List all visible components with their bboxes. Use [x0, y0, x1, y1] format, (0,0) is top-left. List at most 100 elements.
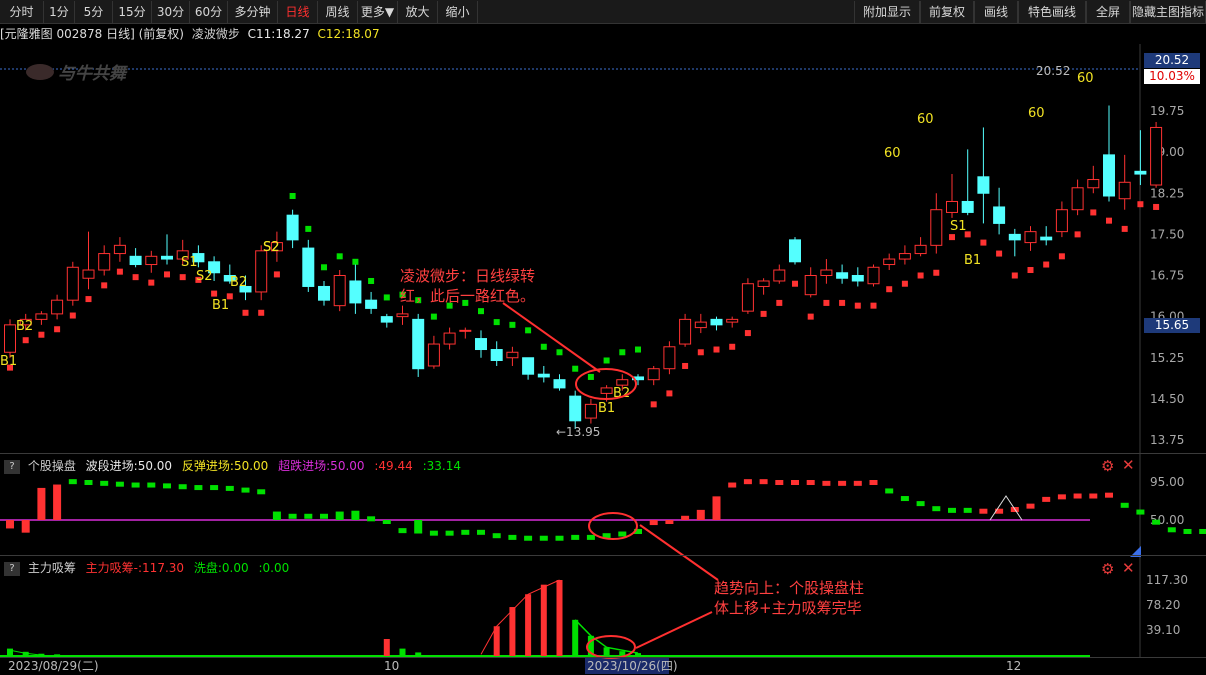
osc-bar — [335, 511, 344, 520]
candle-body[interactable] — [898, 253, 911, 260]
candle-body[interactable] — [1040, 236, 1053, 241]
candle-body[interactable] — [302, 247, 315, 287]
help-icon[interactable]: ? — [4, 561, 20, 576]
candle-body[interactable] — [318, 285, 330, 301]
candle-body[interactable] — [757, 280, 770, 287]
candle-body[interactable] — [145, 255, 158, 266]
candle-body[interactable] — [694, 321, 707, 329]
candle-body[interactable] — [1118, 181, 1131, 200]
date-label: 2023/10/26(四) — [587, 659, 678, 673]
osc-bar — [53, 484, 62, 520]
vol-v1: 主力吸筹-:117.30 — [85, 561, 185, 575]
candle-body[interactable] — [380, 316, 393, 323]
candle-body[interactable] — [569, 395, 582, 422]
candle-body[interactable] — [820, 269, 833, 276]
candle-body[interactable] — [961, 200, 974, 213]
trend-dot — [383, 294, 390, 301]
candle-body[interactable] — [490, 349, 503, 361]
osc-bar — [304, 513, 313, 519]
osc-tick: 95.00 — [1150, 475, 1184, 489]
close-icon[interactable]: ✕ — [1122, 559, 1135, 577]
candle-body[interactable] — [459, 329, 472, 332]
candle-body[interactable] — [412, 318, 425, 370]
candle-body[interactable] — [427, 343, 440, 367]
candle-body[interactable] — [255, 250, 268, 293]
candle-body[interactable] — [113, 244, 126, 255]
candle-body[interactable] — [129, 255, 142, 266]
osc-bar — [586, 534, 595, 540]
candle-body[interactable] — [600, 387, 613, 394]
candle-body[interactable] — [35, 313, 48, 320]
watermark: 与牛共舞 — [58, 64, 128, 84]
candle-body[interactable] — [506, 351, 519, 359]
candle-body[interactable] — [993, 206, 1006, 224]
candle-body[interactable] — [1087, 179, 1100, 189]
candle-body[interactable] — [1008, 233, 1021, 241]
candle-body[interactable] — [396, 313, 409, 318]
trend-dot — [792, 280, 798, 287]
vol-bar — [383, 639, 390, 656]
gear-icon[interactable]: ⚙ — [1101, 457, 1114, 475]
candle-body[interactable] — [663, 346, 676, 370]
candle-body[interactable] — [804, 275, 817, 296]
trend-dot — [289, 192, 296, 199]
close-icon[interactable]: ✕ — [1122, 456, 1135, 474]
candle-body[interactable] — [1103, 154, 1115, 197]
candle-body[interactable] — [616, 379, 629, 386]
candle-body[interactable] — [4, 324, 16, 353]
candle-body[interactable] — [726, 318, 739, 323]
date-label: 2023/08/29(二) — [8, 659, 99, 673]
candle-body[interactable] — [365, 299, 378, 309]
candle-body[interactable] — [946, 200, 958, 213]
candle-body[interactable] — [553, 379, 566, 389]
candle-body[interactable] — [773, 269, 786, 282]
candle-body[interactable] — [883, 258, 896, 266]
candle-body[interactable] — [333, 275, 346, 307]
candle-body[interactable] — [789, 239, 801, 263]
signal-label: B1 — [598, 401, 615, 416]
candle-body[interactable] — [98, 253, 111, 271]
candle-body[interactable] — [710, 318, 723, 326]
trend-dot — [807, 313, 814, 320]
trend-dot — [258, 309, 265, 316]
candle-body[interactable] — [443, 332, 456, 345]
candle-body[interactable] — [475, 338, 487, 351]
candle-body[interactable] — [1071, 187, 1084, 211]
candle-body[interactable] — [522, 357, 535, 375]
candle-body[interactable] — [977, 176, 990, 194]
candle-body[interactable] — [1150, 126, 1163, 186]
osc-bar — [1136, 509, 1145, 515]
candle-body[interactable] — [914, 244, 927, 255]
candle-body[interactable] — [836, 272, 849, 279]
candle-body[interactable] — [851, 275, 864, 282]
candle-body[interactable] — [647, 368, 660, 381]
candle-body[interactable] — [82, 269, 95, 279]
trend-dot — [870, 302, 877, 309]
help-icon[interactable]: ? — [4, 459, 20, 474]
candle-body[interactable] — [867, 266, 880, 285]
candle-body[interactable] — [537, 373, 550, 378]
candle-body[interactable] — [584, 403, 597, 419]
osc-bar — [1105, 492, 1113, 498]
candle-body[interactable] — [1134, 170, 1147, 175]
candle-body[interactable] — [349, 280, 362, 304]
trend-dot — [54, 326, 61, 333]
trend-dot — [666, 390, 673, 397]
trend-dot — [635, 346, 641, 353]
signal-label: S1 — [950, 219, 967, 234]
candle-body[interactable] — [679, 318, 692, 345]
gear-icon[interactable]: ⚙ — [1101, 560, 1114, 578]
candle-body[interactable] — [161, 255, 173, 260]
candle-body[interactable] — [741, 283, 754, 312]
vol-bar — [556, 580, 563, 656]
osc-v3: 超跌进场:50.00 — [278, 459, 365, 473]
candle-body[interactable] — [286, 214, 299, 241]
candle-body[interactable] — [66, 266, 79, 301]
osc-bar — [618, 531, 627, 537]
candle-body[interactable] — [1024, 231, 1037, 244]
osc-bar — [775, 480, 784, 485]
candle-body[interactable] — [1055, 209, 1068, 233]
price-tick: 17.50 — [1150, 227, 1184, 241]
candle-body[interactable] — [930, 209, 943, 246]
candle-body[interactable] — [51, 299, 64, 315]
